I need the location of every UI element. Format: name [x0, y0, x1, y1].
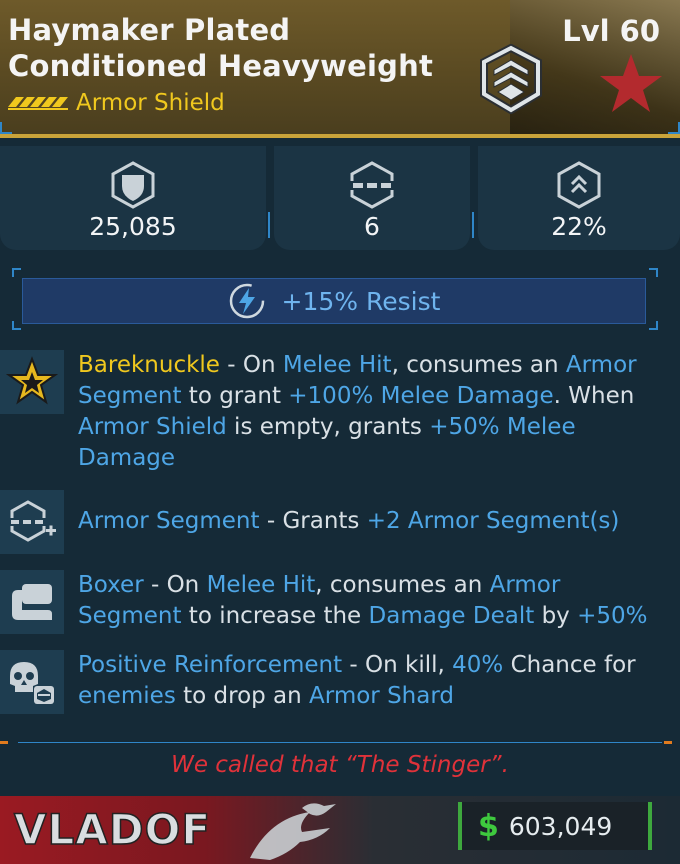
perk-keyword: enemies	[78, 683, 176, 709]
corner-marker-icon	[0, 122, 12, 134]
currency-icon: $	[478, 808, 499, 844]
perk-keyword: Melee Hit	[206, 572, 316, 598]
perk-text: to grant	[181, 383, 289, 409]
stat-value: 25,085	[89, 212, 177, 241]
corner-marker-icon	[649, 268, 658, 277]
perk-text: , consumes an	[391, 352, 566, 378]
item-name: Haymaker Plated Conditioned Heavyweight	[8, 13, 434, 83]
stat-shield-capacity: 25,085	[0, 146, 266, 250]
perk-keyword: Armor Segment	[78, 508, 260, 534]
stats-row: 25,085 6 22%	[0, 146, 680, 250]
stat-armor-segments: 6	[274, 146, 470, 250]
resist-text: +15% Resist	[281, 286, 441, 316]
perk-keyword: +2 Armor Segment(s)	[366, 508, 620, 534]
perk-text: - Grants	[259, 508, 367, 534]
armor-shield-badge-icon	[480, 44, 542, 114]
svg-text:VLADOF: VLADOF	[14, 805, 211, 852]
perk-keyword: +100% Melee Damage	[288, 383, 554, 409]
perk-keyword: Melee Hit	[282, 352, 392, 378]
skull-shard-icon	[10, 662, 54, 704]
footer-divider	[18, 742, 662, 743]
perk-text: is empty, grants	[226, 414, 430, 440]
item-level: Lvl 60	[562, 14, 660, 48]
perk-text: by	[534, 603, 578, 629]
stat-value: 22%	[551, 212, 607, 241]
flavor-text: We called that “The Stinger”.	[171, 752, 509, 778]
perk-name: Bareknuckle	[78, 352, 220, 378]
shield-capacity-icon	[111, 161, 155, 209]
vladof-eagle-icon	[250, 803, 336, 860]
divider-accent	[664, 741, 672, 744]
perk-text: - On kill,	[342, 652, 453, 678]
price-box: $ 603,049	[458, 802, 652, 850]
perk-icon-frame	[0, 570, 64, 634]
manufacturer-star-icon	[600, 54, 662, 112]
corner-marker-icon	[668, 122, 680, 134]
item-header: Haymaker Plated Conditioned Heavyweight …	[0, 0, 680, 138]
perk-icon-frame	[0, 490, 64, 554]
bareknuckle-star-icon	[6, 356, 58, 405]
divider-accent	[0, 741, 8, 744]
perk-keyword: Armor Shield	[78, 414, 227, 440]
perk-keyword: Armor Shard	[309, 683, 454, 709]
perk-keyword: Boxer	[78, 572, 144, 598]
perk-description: Boxer - On Melee Hit, consumes an Armor …	[78, 570, 668, 632]
stat-armor-boost: 22%	[478, 146, 680, 250]
resist-panel: +15% Resist	[12, 268, 658, 330]
perk-text: to drop an	[175, 683, 310, 709]
perk-description: Armor Segment - Grants +2 Armor Segment(…	[78, 506, 668, 537]
rarity-chevrons-icon	[8, 97, 68, 110]
boxer-fist-icon	[12, 584, 52, 620]
item-type: Armor Shield	[76, 90, 225, 116]
perk-description: Positive Reinforcement - On kill, 40% Ch…	[78, 650, 668, 712]
armor-boost-icon	[557, 161, 601, 209]
stat-divider	[268, 212, 270, 238]
perk-keyword: Damage Dealt	[368, 603, 535, 629]
corner-marker-icon	[12, 268, 21, 277]
perk-description: Bareknuckle - On Melee Hit, consumes an …	[78, 350, 668, 474]
rarity-row: Armor Shield	[8, 90, 225, 116]
perk-text: - On	[143, 572, 207, 598]
stat-divider	[472, 212, 474, 238]
perk-icon-frame	[0, 350, 64, 414]
stat-value: 6	[364, 212, 380, 241]
perk-text: - On	[219, 352, 283, 378]
armor-segment-icon	[349, 161, 395, 209]
perk-text: Chance for	[503, 652, 636, 678]
resist-bar: +15% Resist	[22, 278, 646, 324]
perk-keyword: Positive Reinforcement	[78, 652, 343, 678]
manufacturer-logo: VLADOF	[13, 804, 211, 852]
corner-marker-icon	[12, 321, 21, 330]
perk-keyword: 40%	[452, 652, 504, 678]
perk-keyword: +50%	[577, 603, 648, 629]
item-price: 603,049	[508, 811, 613, 841]
perk-text: to increase the	[181, 603, 369, 629]
perk-text: , consumes an	[315, 572, 490, 598]
perk-text: . When	[553, 383, 635, 409]
lightning-icon	[229, 283, 264, 319]
corner-marker-icon	[649, 321, 658, 330]
armor-segment-plus-icon	[8, 500, 56, 542]
perk-icon-frame	[0, 650, 64, 714]
